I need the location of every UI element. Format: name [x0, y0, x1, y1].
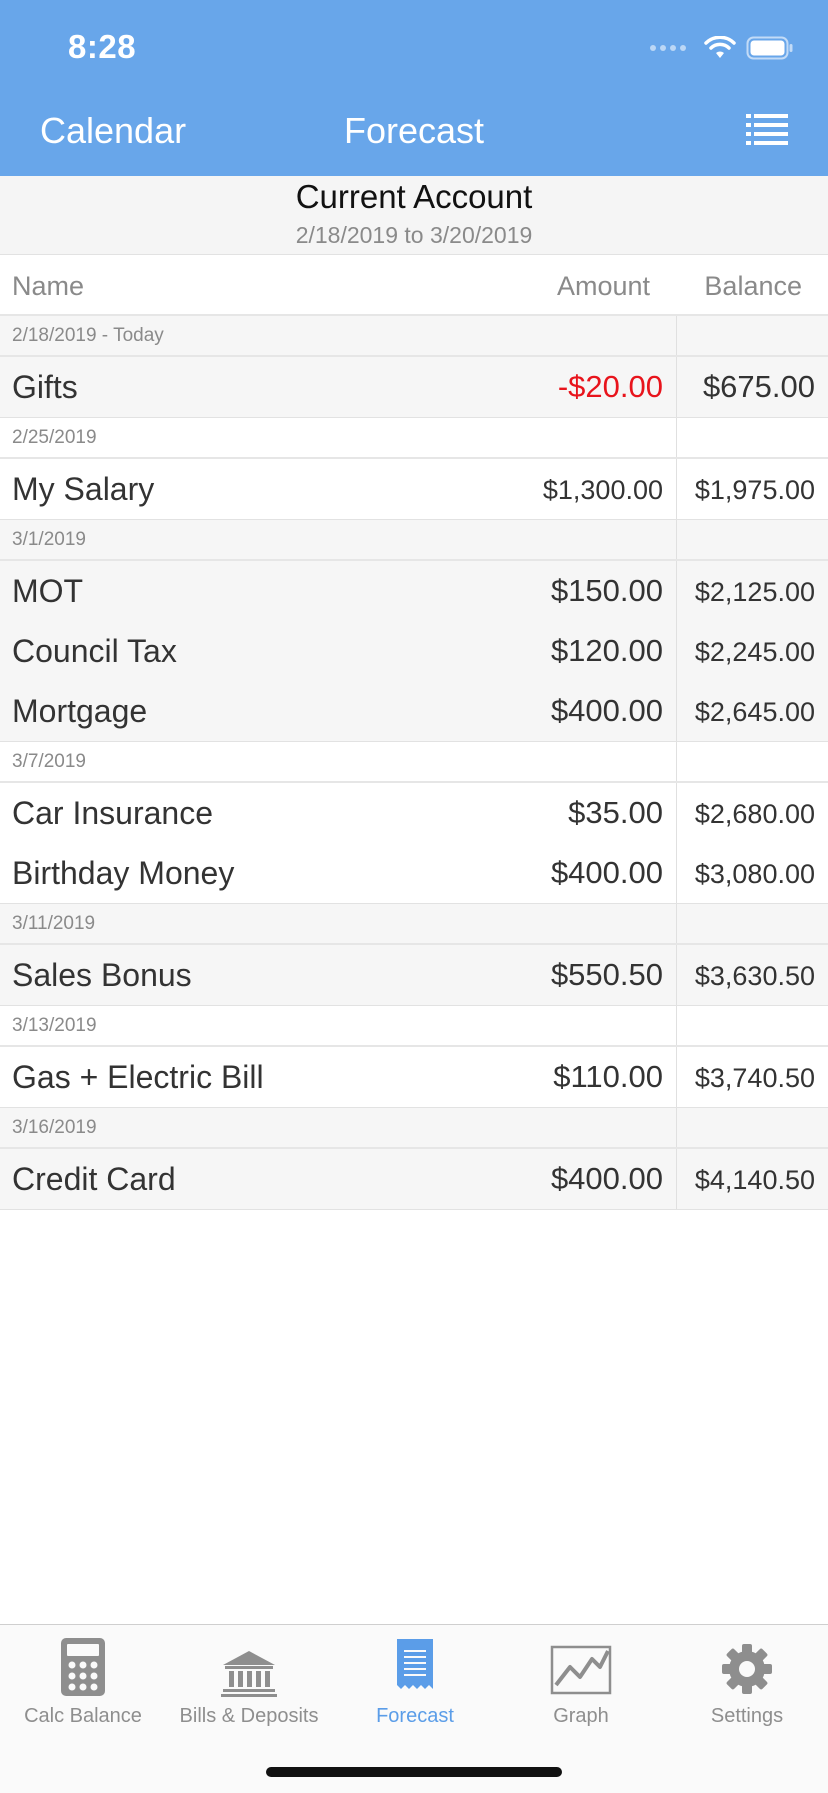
transaction-amount: $150.00	[550, 573, 663, 608]
tab-graph[interactable]: Graph	[498, 1637, 664, 1728]
date-group: 3/11/2019 Sales Bonus $550.50 $3,630.50	[0, 904, 828, 1006]
transaction-row[interactable]: Credit Card $400.00 $4,140.50	[0, 1149, 828, 1209]
header-bar: 8:28 Calendar Forecast	[0, 0, 828, 176]
date-label: 3/13/2019	[12, 1015, 97, 1036]
date-label: 2/18/2019 - Today	[12, 325, 164, 346]
date-label: 3/7/2019	[12, 751, 86, 772]
transaction-name: Mortgage	[12, 693, 148, 729]
wifi-icon	[704, 36, 736, 58]
page-title: Forecast	[343, 110, 485, 151]
transaction-balance: $3,740.50	[694, 1063, 815, 1093]
list-icon[interactable]	[746, 113, 788, 145]
tab-label: Bills & Deposits	[179, 1705, 319, 1727]
date-header: 3/1/2019	[0, 520, 828, 561]
transaction-name: Birthday Money	[12, 855, 235, 891]
transaction-amount: $120.00	[550, 633, 663, 668]
forecast-table: Name Amount Balance 2/18/2019 - Today Gi…	[0, 255, 828, 1210]
account-header: Current Account 2/18/2019 to 3/20/2019	[0, 176, 828, 255]
transaction-row[interactable]: Gifts -$20.00 $675.00	[0, 357, 828, 417]
battery-icon	[746, 36, 793, 60]
date-group: 3/1/2019 MOT $150.00 $2,125.00 Council T…	[0, 520, 828, 742]
transaction-balance: $1,975.00	[694, 475, 815, 505]
tab-label: Settings	[710, 1705, 784, 1727]
date-header: 3/7/2019	[0, 742, 828, 783]
column-headers: Name Amount Balance	[0, 255, 828, 316]
transaction-amount: $1,300.00	[542, 475, 663, 505]
date-group: 2/18/2019 - Today Gifts -$20.00 $675.00	[0, 316, 828, 418]
transaction-name: Credit Card	[12, 1161, 176, 1197]
date-header: 3/16/2019	[0, 1108, 828, 1149]
account-name: Current Account	[295, 178, 533, 215]
transaction-amount: $110.00	[553, 1059, 663, 1094]
status-time: 8:28	[68, 28, 137, 65]
transaction-amount: -$20.00	[557, 369, 663, 404]
transaction-row[interactable]: Birthday Money $400.00 $3,080.00	[0, 843, 828, 903]
transaction-balance: $2,245.00	[694, 637, 815, 667]
date-header: 2/25/2019	[0, 418, 828, 459]
transaction-row[interactable]: Sales Bonus $550.50 $3,630.50	[0, 945, 828, 1005]
transaction-name: Council Tax	[12, 633, 177, 669]
transaction-balance: $3,080.00	[694, 859, 815, 889]
transaction-balance: $4,140.50	[694, 1165, 815, 1195]
transaction-amount: $400.00	[550, 1161, 663, 1196]
transaction-balance: $2,125.00	[694, 577, 815, 607]
transaction-balance: $675.00	[702, 369, 815, 404]
date-group: 3/7/2019 Car Insurance $35.00 $2,680.00 …	[0, 742, 828, 904]
transaction-amount: $35.00	[568, 795, 663, 830]
home-indicator	[266, 1767, 562, 1777]
date-header: 2/18/2019 - Today	[0, 316, 828, 357]
transaction-balance: $2,645.00	[694, 697, 815, 727]
tab-bar: Calc Balance Bills & Deposits Forecast G…	[0, 1624, 828, 1793]
gear-icon	[722, 1644, 772, 1694]
date-label: 3/16/2019	[12, 1117, 97, 1138]
transaction-name: My Salary	[12, 471, 155, 507]
date-label: 3/1/2019	[12, 529, 86, 550]
transaction-row[interactable]: Mortgage $400.00 $2,645.00	[0, 681, 828, 741]
transaction-row[interactable]: Council Tax $120.00 $2,245.00	[0, 621, 828, 681]
bank-icon	[221, 1651, 277, 1697]
tab-forecast[interactable]: Forecast	[332, 1637, 498, 1728]
transaction-row[interactable]: My Salary $1,300.00 $1,975.00	[0, 459, 828, 519]
calendar-button[interactable]: Calendar	[40, 110, 186, 152]
transaction-name: Gifts	[12, 369, 78, 405]
transaction-name: Car Insurance	[12, 795, 213, 831]
date-group: 3/13/2019 Gas + Electric Bill $110.00 $3…	[0, 1006, 828, 1108]
transaction-name: Gas + Electric Bill	[12, 1059, 264, 1095]
tab-label: Calc Balance	[24, 1705, 142, 1727]
transaction-row[interactable]: MOT $150.00 $2,125.00	[0, 561, 828, 621]
transaction-row[interactable]: Gas + Electric Bill $110.00 $3,740.50	[0, 1047, 828, 1107]
column-header-balance: Balance	[704, 271, 802, 301]
transaction-name: MOT	[12, 573, 84, 609]
tab-settings[interactable]: Settings	[664, 1637, 828, 1728]
transaction-balance: $3,630.50	[694, 961, 815, 991]
status-indicators	[650, 36, 794, 60]
date-group: 3/16/2019 Credit Card $400.00 $4,140.50	[0, 1108, 828, 1210]
date-label: 2/25/2019	[12, 427, 97, 448]
transaction-row[interactable]: Car Insurance $35.00 $2,680.00	[0, 783, 828, 843]
cellular-signal-icon	[650, 45, 686, 51]
transaction-name: Sales Bonus	[12, 957, 192, 993]
column-header-amount: Amount	[556, 271, 650, 301]
transaction-amount: $550.50	[550, 957, 663, 992]
column-header-name: Name	[12, 271, 85, 301]
graph-icon	[550, 1645, 612, 1695]
tab-label: Graph	[553, 1705, 609, 1727]
transaction-balance: $2,680.00	[694, 799, 815, 829]
tab-calc-balance[interactable]: Calc Balance	[0, 1637, 166, 1728]
date-group: 2/25/2019 My Salary $1,300.00 $1,975.00	[0, 418, 828, 520]
transaction-amount: $400.00	[550, 855, 663, 890]
date-header: 3/13/2019	[0, 1006, 828, 1047]
tab-bills-deposits[interactable]: Bills & Deposits	[166, 1637, 332, 1728]
date-label: 3/11/2019	[12, 913, 96, 934]
receipt-icon	[397, 1639, 433, 1689]
calculator-icon	[61, 1638, 105, 1696]
tab-label: Forecast	[376, 1705, 454, 1727]
transaction-amount: $400.00	[550, 693, 663, 728]
date-header: 3/11/2019	[0, 904, 828, 945]
date-range: 2/18/2019 to 3/20/2019	[295, 222, 533, 248]
